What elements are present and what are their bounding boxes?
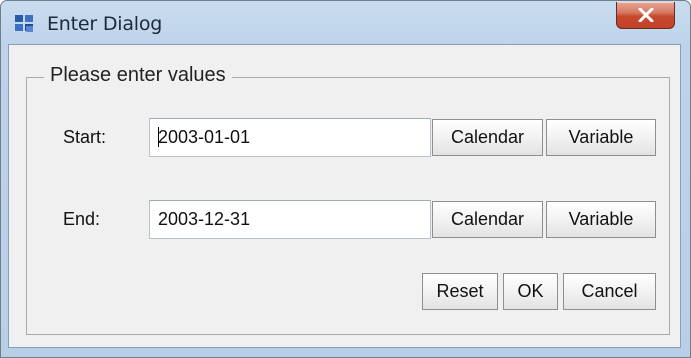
end-date-value: 2003-12-31 — [158, 209, 251, 229]
close-icon — [638, 8, 654, 22]
start-variable-button[interactable]: Variable — [546, 119, 656, 156]
close-button[interactable] — [616, 2, 675, 29]
title-bar[interactable]: Enter Dialog — [1, 1, 690, 45]
ok-button[interactable]: OK — [503, 273, 558, 310]
group-title: Please enter values — [44, 63, 232, 87]
start-label: Start: — [63, 127, 107, 147]
end-date-input[interactable]: 2003-12-31 — [149, 200, 431, 239]
end-label: End: — [63, 209, 101, 229]
start-date-value: 2003-01-01 — [158, 127, 251, 147]
start-calendar-button[interactable]: Calendar — [432, 119, 543, 156]
reset-button[interactable]: Reset — [422, 273, 498, 310]
start-date-input[interactable]: 2003-01-01 — [149, 118, 431, 157]
cancel-button[interactable]: Cancel — [563, 273, 656, 310]
app-window-icon — [14, 14, 34, 32]
end-variable-button[interactable]: Variable — [546, 201, 656, 238]
window-title: Enter Dialog — [47, 13, 163, 35]
end-calendar-button[interactable]: Calendar — [432, 201, 543, 238]
